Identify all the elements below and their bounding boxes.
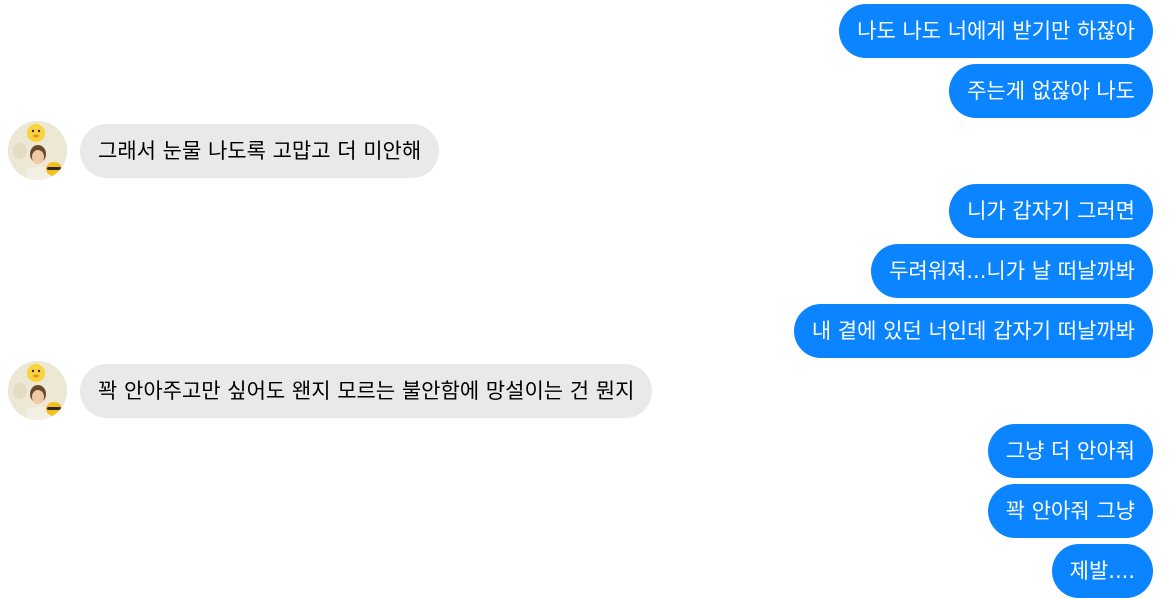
message-bubble-sent[interactable]: 주는게 없잖아 나도 (949, 64, 1153, 118)
avatar-photo-icon (8, 361, 67, 420)
message-bubble-sent[interactable]: 꽉 안아줘 그냥 (987, 484, 1153, 538)
message-bubble-received[interactable]: 그래서 눈물 나도록 고맙고 더 미안해 (80, 124, 440, 178)
message-bubble-sent[interactable]: 니가 갑자기 그러면 (949, 184, 1153, 238)
message-bubble-sent[interactable]: 그냥 더 안아줘 (987, 424, 1153, 478)
message-bubble-sent[interactable]: 제발.... (1051, 544, 1153, 598)
message-bubble-received[interactable]: 꽉 안아주고만 싶어도 왠지 모르는 불안함에 망설이는 건 뭔지 (80, 364, 653, 418)
message-bubble-sent[interactable]: 두려워져...니가 날 떠날까봐 (871, 244, 1153, 298)
avatar-photo-icon (8, 121, 67, 180)
message-bubble-sent[interactable]: 내 곁에 있던 너인데 갑자기 떠날까봐 (793, 304, 1153, 358)
contact-avatar[interactable] (8, 121, 67, 180)
contact-avatar[interactable] (8, 361, 67, 420)
message-bubble-sent[interactable]: 나도 나도 너에게 받기만 하잖아 (839, 4, 1153, 58)
